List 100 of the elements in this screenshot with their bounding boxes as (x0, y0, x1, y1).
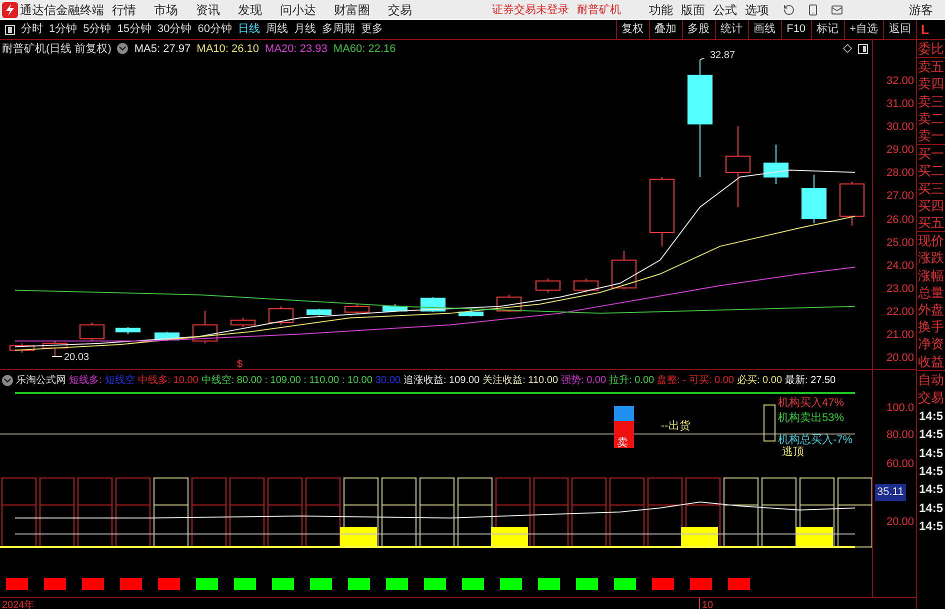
indicator-value: 乐淘公式网 (16, 374, 66, 388)
column-frame (268, 478, 302, 548)
period-tab[interactable]: 30分钟 (158, 21, 192, 38)
candlestick (458, 308, 484, 318)
toolbar-button[interactable]: +自选 (844, 20, 883, 39)
app-logo-icon (2, 2, 18, 18)
toolbar-button[interactable]: 复权 (616, 20, 649, 39)
menu-item[interactable]: 资讯 (196, 1, 220, 19)
menu-item[interactable]: 问小达 (280, 1, 316, 19)
toolbar-button[interactable]: 返回 (883, 20, 916, 39)
panel-toggle-icon[interactable] (858, 44, 868, 54)
candlestick (802, 174, 826, 224)
ma-value: MA20: 23.93 (265, 42, 328, 57)
phone-icon[interactable] (807, 4, 819, 16)
toolbar-button[interactable]: F10 (780, 20, 811, 39)
menu-item[interactable]: 公式 (713, 1, 737, 19)
indicator-value: 必买: 0.00 (737, 374, 782, 388)
quote-label: 买四 (917, 196, 945, 214)
stock-name: 耐普矿机 (577, 2, 621, 18)
candlestick (382, 304, 408, 313)
period-tab[interactable]: 15分钟 (117, 21, 152, 38)
quote-label: 净资 (917, 335, 945, 353)
toolbar-button[interactable]: 画线 (748, 20, 781, 39)
indicator-value: 关注收益: 110.00 (482, 374, 558, 388)
column-frame (838, 478, 872, 548)
column-frame (382, 478, 416, 548)
candlestick (344, 304, 370, 314)
trade-time: 14:5 (918, 408, 944, 425)
indicator-tick: 80.00 (886, 428, 914, 443)
menu-item[interactable]: 发现 (238, 1, 262, 19)
login-status[interactable]: 证券交易未登录 (492, 2, 569, 18)
candlestick (116, 326, 140, 335)
indicator-value: 可买: 0.00 (688, 374, 734, 388)
signal-note: 逃顶 (782, 445, 804, 460)
dropdown-icon[interactable] (117, 43, 128, 54)
quote-label: 买一 (917, 145, 945, 162)
menu-item[interactable]: 版面 (681, 1, 705, 19)
period-tab[interactable]: 5分钟 (83, 21, 112, 38)
quote-label: 总量 (917, 284, 945, 302)
candlestick (764, 144, 788, 184)
period-tab[interactable]: 1分钟 (49, 21, 78, 38)
refresh-icon[interactable] (783, 4, 795, 16)
candlestick (306, 308, 332, 316)
period-tab[interactable]: 日线 (238, 21, 260, 38)
ma-value: MA5: 27.97 (134, 42, 191, 57)
signal-note: 机构总买入-7% (778, 433, 853, 446)
candlestick (10, 342, 34, 354)
trade-button[interactable]: 交易 (917, 388, 945, 407)
period-tab[interactable]: 更多 (361, 21, 383, 38)
period-tab[interactable]: 60分钟 (198, 21, 232, 38)
column-frame (2, 478, 36, 548)
indicator-value: 中线多: 10.00 (138, 374, 198, 388)
quote-label: 买五 (917, 214, 945, 232)
indicator-value: 追涨收益: 109.00 (403, 374, 480, 388)
price-tick: 25.00 (885, 236, 915, 251)
menu-item[interactable]: 行情 (112, 1, 136, 19)
quote-label: 卖五 (917, 58, 945, 76)
candlestick (496, 294, 522, 313)
side-mode-label[interactable]: L (916, 20, 945, 39)
period-tab[interactable]: 周线 (266, 21, 288, 38)
ship-label: --出货 (661, 419, 690, 434)
trade-time: 14:5 (918, 500, 944, 517)
event-marker[interactable]: $ (237, 356, 243, 372)
candlestick (536, 278, 560, 293)
column-frame (192, 478, 226, 548)
price-tick: 26.00 (885, 212, 915, 228)
toolbar-button[interactable]: 多股 (682, 20, 715, 39)
column-frame (762, 478, 796, 548)
quote-label: 卖一 (917, 127, 945, 146)
menu-item[interactable]: 交易 (388, 1, 412, 19)
indicator-tick: 60.00 (886, 457, 914, 472)
menu-item[interactable]: 市场 (154, 1, 178, 19)
indicator-value: 盘整: - (657, 374, 686, 388)
signal-note: 机构卖出53% (778, 411, 844, 426)
menu-item[interactable]: 选项 (745, 1, 769, 19)
price-tick: 21.00 (885, 328, 915, 344)
volume-block (796, 527, 833, 547)
diamond-icon[interactable] (843, 44, 852, 54)
toolbar-button[interactable]: 叠加 (648, 20, 682, 39)
panel-toggle-icon[interactable] (5, 24, 15, 34)
period-tab[interactable]: 多周期 (322, 21, 355, 38)
menu-item[interactable]: 功能 (649, 1, 673, 19)
indicator-value: 拉升: 0.00 (609, 374, 654, 388)
period-tab[interactable]: 分时 (21, 21, 43, 38)
dropdown-icon[interactable] (2, 374, 13, 386)
quote-label: 卖三 (917, 92, 945, 110)
ma-value: MA10: 26.10 (196, 42, 260, 57)
trade-button[interactable]: 自动 (917, 370, 945, 389)
price-tick: 29.00 (885, 143, 915, 158)
price-tick: 23.00 (885, 282, 915, 297)
menu-item[interactable]: 财富圈 (334, 1, 370, 19)
period-tab[interactable]: 月线 (294, 21, 316, 38)
toolbar-button[interactable]: 标记 (810, 20, 844, 39)
mail-icon[interactable] (831, 4, 843, 16)
column-frame (610, 478, 644, 548)
user-label[interactable]: 游客 (909, 1, 933, 19)
candlestick (840, 181, 864, 226)
indicator-value: 30.00 (375, 374, 400, 388)
column-frame (420, 478, 454, 548)
toolbar-button[interactable]: 统计 (714, 20, 748, 39)
